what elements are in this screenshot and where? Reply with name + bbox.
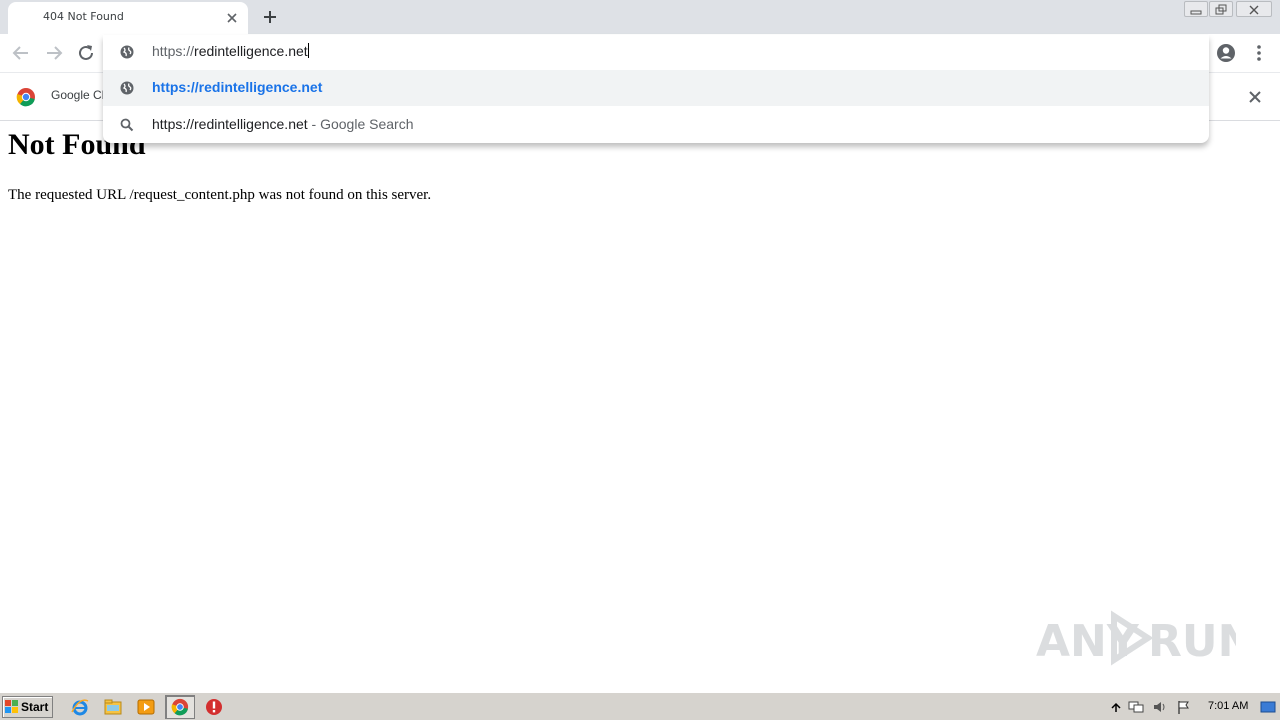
network-icon[interactable]: [1128, 699, 1144, 715]
search-icon: [120, 118, 134, 132]
stop-alert-icon[interactable]: [204, 697, 224, 717]
suggestion-url[interactable]: https://redintelligence.net: [103, 70, 1209, 106]
infobar-text: Google Ch: [51, 88, 109, 102]
globe-icon: [120, 45, 134, 59]
show-hidden-icons-chevron-icon[interactable]: [1108, 699, 1124, 715]
omnibox-host: redintelligence.net: [194, 43, 308, 59]
volume-icon[interactable]: [1152, 699, 1168, 715]
window-close-button[interactable]: [1236, 1, 1272, 17]
menu-dots-icon[interactable]: [1248, 42, 1270, 64]
start-button[interactable]: Start: [2, 696, 53, 718]
suggestion-search[interactable]: https://redintelligence.net - Google Sea…: [103, 107, 1209, 143]
profile-avatar-icon[interactable]: [1215, 42, 1237, 64]
suggestion-search-hint: - Google Search: [307, 116, 414, 132]
start-label: Start: [21, 700, 49, 714]
omnibox-dropdown: https://redintelligence.net https://redi…: [103, 35, 1209, 143]
system-clock[interactable]: 7:01 AM: [1208, 700, 1248, 712]
anyrun-watermark-logo: ANY RUN: [1036, 610, 1236, 667]
restore-button[interactable]: [1209, 1, 1233, 17]
taskbar: Start 7:01 AM: [0, 692, 1280, 720]
globe-icon: [120, 81, 134, 95]
watermark-right-text: RUN: [1148, 616, 1236, 667]
chrome-logo-icon: [16, 88, 35, 107]
media-player-icon[interactable]: [136, 697, 156, 717]
restore-icon: [1215, 4, 1227, 15]
suggestion-url-text: https://redintelligence.net: [152, 79, 323, 95]
file-explorer-icon[interactable]: [103, 697, 123, 717]
omnibox-scheme: https://: [152, 43, 195, 59]
omnibox-text: https://redintelligence.net: [152, 43, 309, 59]
tab-title: 404 Not Found: [43, 10, 124, 23]
suggestion-search-text: https://redintelligence.net - Google Sea…: [152, 116, 414, 132]
new-tab-plus-icon[interactable]: [260, 7, 280, 27]
reload-icon[interactable]: [75, 42, 97, 64]
infobar-close-icon[interactable]: [1246, 88, 1264, 106]
minimize-button[interactable]: [1184, 1, 1208, 17]
suggestion-search-query: https://redintelligence.net: [152, 116, 308, 132]
back-arrow-icon[interactable]: [10, 42, 32, 64]
omnibox-input[interactable]: https://redintelligence.net: [103, 35, 1209, 69]
internet-explorer-icon[interactable]: [70, 697, 90, 717]
show-desktop-icon[interactable]: [1260, 699, 1276, 715]
close-icon[interactable]: [224, 10, 240, 26]
windows-logo-icon: [5, 700, 18, 713]
tab-404-not-found[interactable]: 404 Not Found: [8, 2, 248, 34]
action-center-flag-icon[interactable]: [1176, 699, 1192, 715]
window-close-icon: [1249, 5, 1259, 15]
tab-strip: 404 Not Found: [0, 0, 1280, 34]
forward-arrow-icon[interactable]: [43, 42, 65, 64]
text-caret: [307, 43, 309, 58]
minimize-icon: [1190, 10, 1202, 15]
taskbar-chrome-active[interactable]: [165, 695, 195, 719]
error-message: The requested URL /request_content.php w…: [8, 187, 432, 203]
chrome-icon: [171, 698, 189, 716]
